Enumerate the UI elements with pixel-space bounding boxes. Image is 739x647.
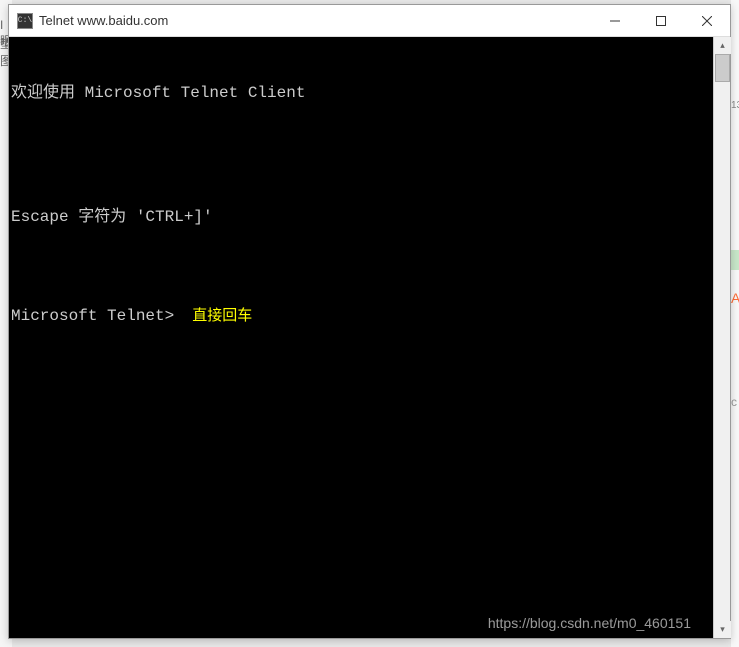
terminal-prompt: Microsoft Telnet>: [11, 306, 174, 327]
terminal-line: [11, 145, 711, 166]
background-fragment: c: [731, 395, 739, 409]
background-fragment: A: [731, 290, 739, 320]
chevron-up-icon: ▴: [720, 40, 725, 51]
window-title: Telnet www.baidu.com: [39, 13, 592, 28]
scroll-down-button[interactable]: ▾: [714, 621, 731, 638]
window-controls: [592, 5, 730, 37]
scroll-up-button[interactable]: ▴: [714, 37, 731, 54]
background-right-strip: 13 A c: [731, 0, 739, 647]
maximize-icon: [656, 16, 666, 26]
close-icon: [702, 16, 712, 26]
terminal-line: Escape 字符为 'CTRL+]': [11, 207, 711, 228]
app-icon: C:\: [17, 13, 33, 29]
vertical-scrollbar[interactable]: ▴ ▾: [713, 37, 730, 638]
background-fragment: [731, 250, 739, 270]
minimize-button[interactable]: [592, 5, 638, 37]
terminal-prompt-line: Microsoft Telnet> 直接回车: [11, 306, 711, 327]
close-button[interactable]: [684, 5, 730, 37]
titlebar[interactable]: C:\ Telnet www.baidu.com: [9, 5, 730, 37]
chevron-down-icon: ▾: [720, 624, 725, 635]
terminal-output[interactable]: 欢迎使用 Microsoft Telnet Client Escape 字符为 …: [9, 37, 713, 638]
telnet-window: C:\ Telnet www.baidu.com 欢迎使用 Microsoft …: [8, 4, 731, 639]
scroll-thumb[interactable]: [715, 54, 730, 82]
minimize-icon: [610, 16, 620, 26]
maximize-button[interactable]: [638, 5, 684, 37]
terminal-line: 欢迎使用 Microsoft Telnet Client: [11, 83, 711, 104]
annotation-text: 直接回车: [192, 307, 252, 327]
watermark: https://blog.csdn.net/m0_460151: [488, 614, 691, 632]
background-fragment: 13: [731, 100, 739, 114]
